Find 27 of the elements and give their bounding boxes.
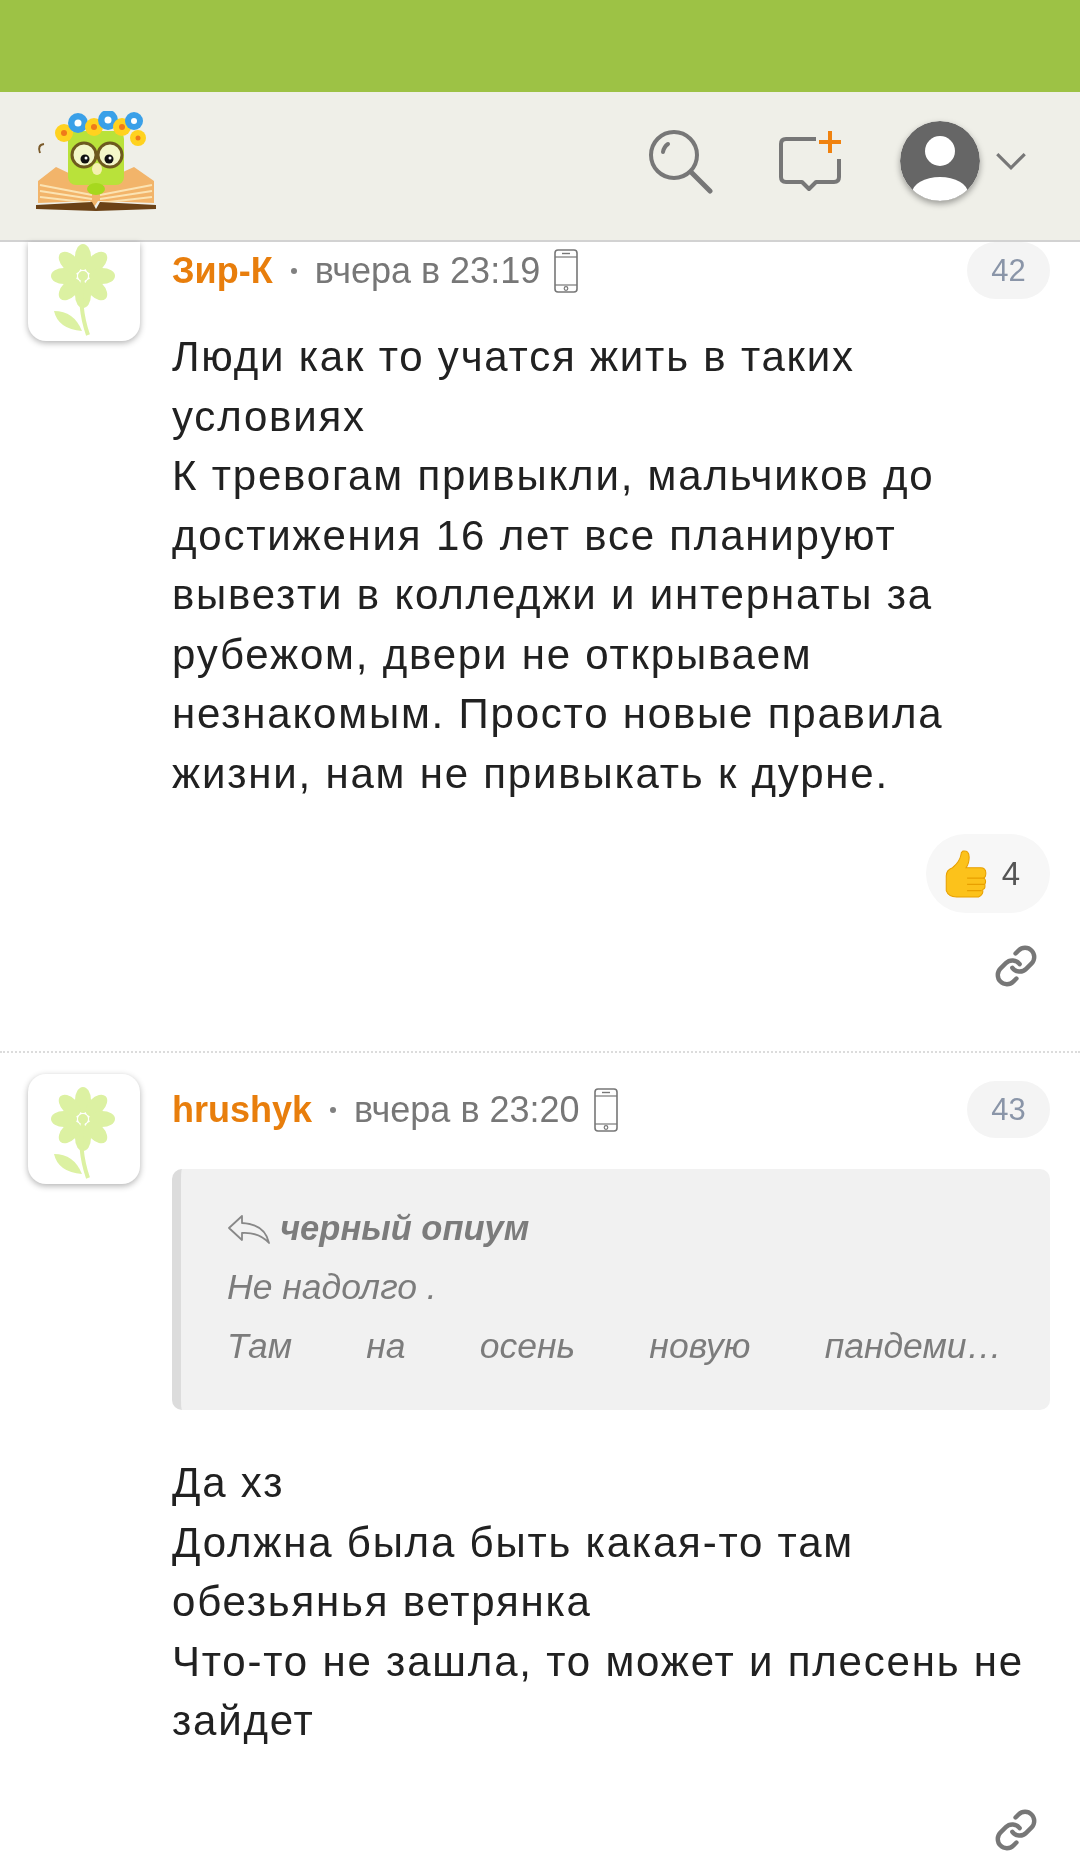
comment-text: Должна была быть какая-то там обезьянья ветрянка	[172, 1517, 855, 1627]
separator-dot-icon	[330, 1106, 337, 1113]
author-name[interactable]: hrushyk	[172, 1088, 313, 1131]
speech-bubble-plus-icon[interactable]	[778, 129, 842, 193]
book-logo-icon[interactable]	[34, 111, 158, 211]
comment-time: вчера в 23:19	[314, 249, 541, 292]
comment-text: Люди как то учатся жить в таких условиях	[172, 332, 856, 442]
reply-arrow-icon	[227, 1213, 271, 1244]
user-avatar-icon[interactable]	[900, 121, 980, 201]
separator-dot-icon	[290, 267, 297, 274]
chevron-down-icon[interactable]	[995, 151, 1027, 171]
quote-text: Не надолго .	[227, 1266, 438, 1309]
link-icon[interactable]	[994, 944, 1038, 988]
phone-icon	[593, 1087, 618, 1132]
comment-time: вчера в 23:20	[354, 1088, 580, 1131]
comment-text: К тревогам привыкли, мальчиков до достижения 16 лет все планируют вывезти в колледжи и интернаты за рубежом, двери не открываем незнакомым. Просто новые правила жизни, нам не привыкать к дурне.	[172, 451, 945, 799]
quote-author: черный опиум	[280, 1208, 530, 1249]
comment-text: Что-то не зашла, то может и плесень не зайдет	[172, 1636, 1025, 1746]
link-icon[interactable]	[994, 1807, 1038, 1852]
comment-number: 42	[967, 242, 1050, 299]
author-name[interactable]: Зир-К	[172, 249, 273, 292]
comment-number: 43	[967, 1081, 1050, 1138]
phone-icon	[554, 248, 579, 293]
search-icon[interactable]	[647, 128, 713, 194]
quote-text: Там на осень новую пандеми…	[227, 1325, 1002, 1368]
comment-text: Да хз	[172, 1458, 286, 1508]
like-reaction-button[interactable]: 4	[925, 834, 1050, 913]
